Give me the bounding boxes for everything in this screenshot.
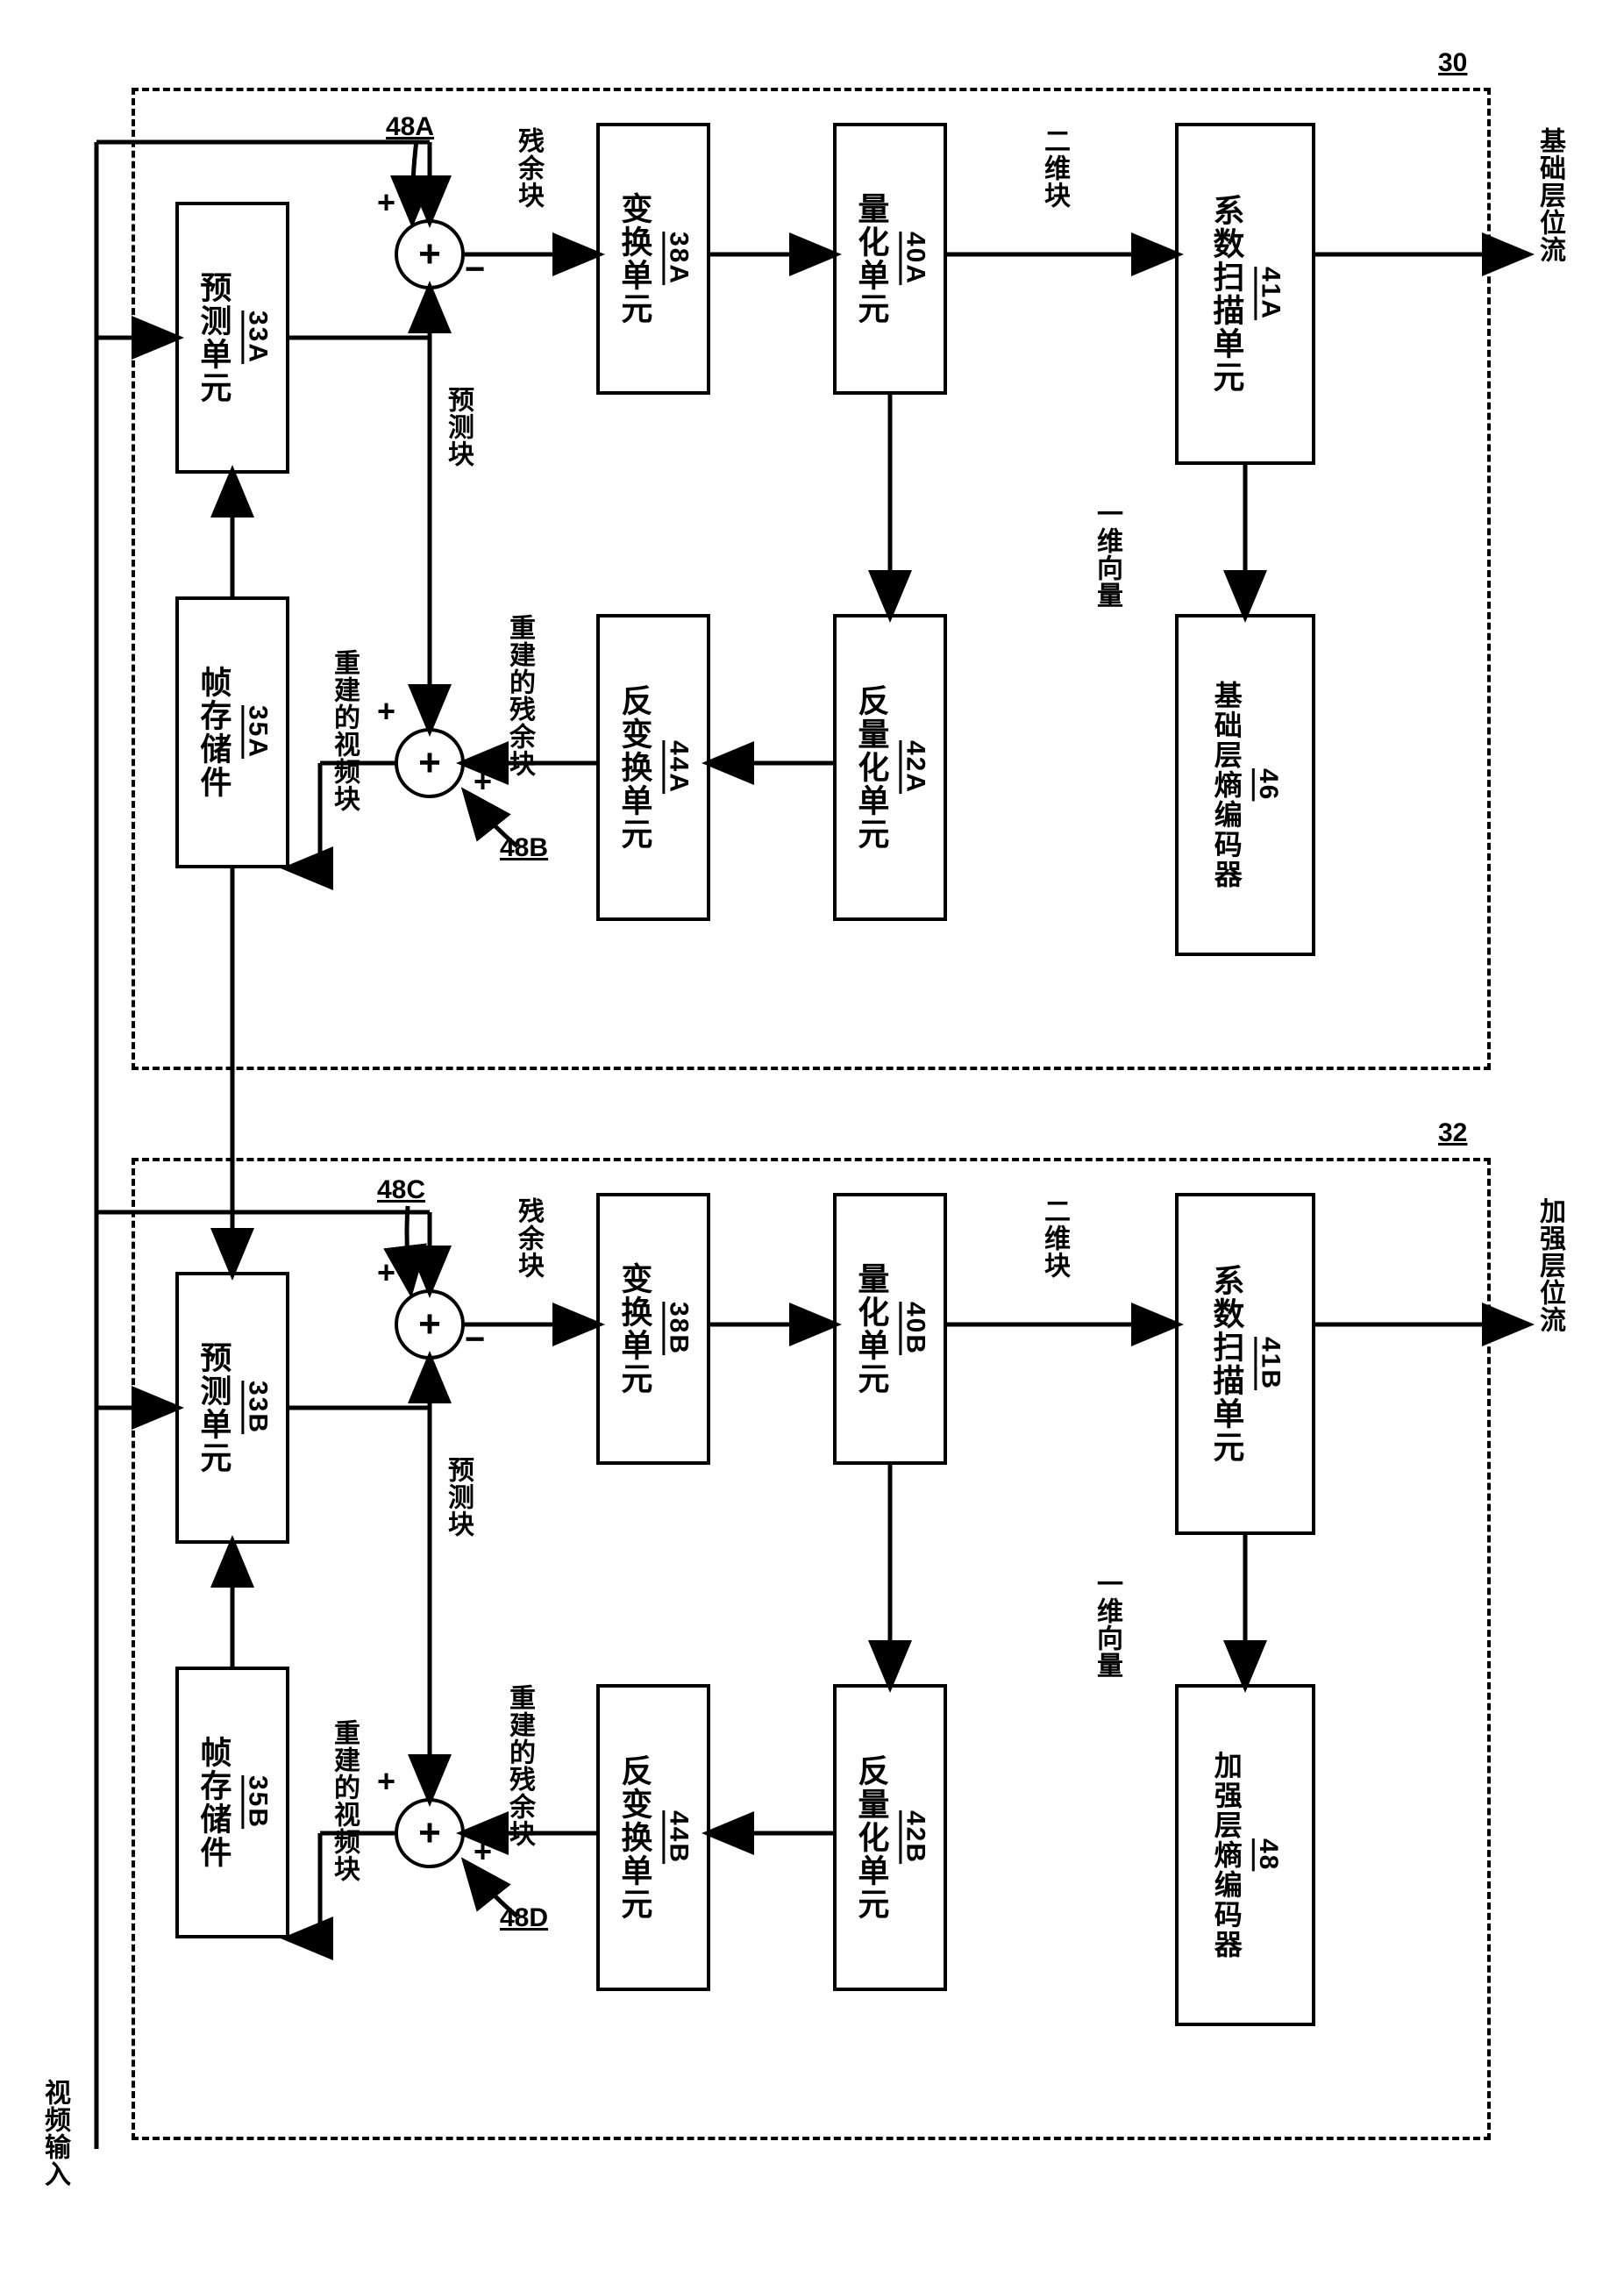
entropy-b-label: 加强层熵编码器 xyxy=(1207,1751,1244,1959)
frame-store-b-label: 帧存储件 xyxy=(193,1736,234,1869)
base-layer-ref: 30 xyxy=(1438,48,1467,78)
transform-a-label: 变换单元 xyxy=(614,192,655,325)
invquant-a-ref: 42A xyxy=(900,740,930,794)
frame-store-b: 帧存储件 35B xyxy=(175,1667,289,1938)
frame-store-b-ref: 35B xyxy=(242,1775,272,1829)
entropy-b: 加强层熵编码器 48 xyxy=(1175,1684,1315,2026)
transform-b-ref: 38B xyxy=(663,1302,693,1355)
invtrans-b-ref: 44B xyxy=(663,1810,693,1864)
recon-residual-label-a: 重建的残余块 xyxy=(500,614,538,777)
entropy-b-ref: 48 xyxy=(1253,1838,1283,1871)
scan-b-ref: 41B xyxy=(1255,1337,1285,1390)
quant-b-label: 量化单元 xyxy=(851,1262,892,1396)
invquant-a-label: 反量化单元 xyxy=(851,684,892,851)
sum-48a-label: 48A xyxy=(386,112,434,142)
scan-a-ref: 41A xyxy=(1255,267,1285,320)
plus-d1: + xyxy=(377,1763,395,1800)
transform-a: 变换单元 38A xyxy=(596,123,710,395)
predict-block-label-b: 预测块 xyxy=(438,1456,477,1538)
two-d-label-a: 二维块 xyxy=(1035,127,1073,209)
predict-unit-b-label: 预测单元 xyxy=(193,1341,234,1474)
quant-b-ref: 40B xyxy=(900,1302,930,1355)
invtrans-b: 反变换单元 44B xyxy=(596,1684,710,1991)
quant-b: 量化单元 40B xyxy=(833,1193,947,1465)
scan-b-label: 系数扫描单元 xyxy=(1206,1264,1247,1464)
entropy-a-label: 基础层熵编码器 xyxy=(1207,681,1244,889)
transform-b-label: 变换单元 xyxy=(614,1262,655,1396)
predict-unit-a-label: 预测单元 xyxy=(193,271,234,404)
predict-block-label-a: 预测块 xyxy=(438,386,477,468)
plus-a: + xyxy=(377,184,395,221)
one-d-label-a: 一维向量 xyxy=(1087,500,1126,609)
minus-c: − xyxy=(465,1320,485,1360)
plus-c: + xyxy=(377,1254,395,1291)
invtrans-a-ref: 44A xyxy=(663,740,693,794)
summer-48a: + xyxy=(395,219,465,289)
quant-a-ref: 40A xyxy=(900,232,930,285)
plus-d2: + xyxy=(474,1833,492,1870)
summer-48b: + xyxy=(395,728,465,798)
recon-residual-label-b: 重建的残余块 xyxy=(500,1684,538,1847)
minus-a: − xyxy=(465,250,485,289)
quant-a-label: 量化单元 xyxy=(851,192,892,325)
invquant-b: 反量化单元 42B xyxy=(833,1684,947,1991)
predict-unit-a-ref: 33A xyxy=(242,311,272,364)
transform-b: 变换单元 38B xyxy=(596,1193,710,1465)
invquant-b-ref: 42B xyxy=(900,1810,930,1864)
enh-out-label: 加强层位流 xyxy=(1530,1197,1569,1333)
scan-b: 系数扫描单元 41B xyxy=(1175,1193,1315,1535)
predict-unit-b: 预测单元 33B xyxy=(175,1272,289,1544)
invtrans-a: 反变换单元 44A xyxy=(596,614,710,921)
scan-a-label: 系数扫描单元 xyxy=(1206,194,1247,394)
predict-unit-a: 预测单元 33A xyxy=(175,202,289,474)
plus-b1: + xyxy=(377,693,395,730)
sum-48b-label: 48B xyxy=(500,833,548,863)
residual-label-a: 残余块 xyxy=(509,127,547,209)
residual-label-b: 残余块 xyxy=(509,1197,547,1279)
quant-a: 量化单元 40A xyxy=(833,123,947,395)
enh-layer-ref: 32 xyxy=(1438,1118,1467,1148)
plus-b2: + xyxy=(474,763,492,800)
predict-unit-b-ref: 33B xyxy=(242,1381,272,1434)
summer-48d: + xyxy=(395,1798,465,1868)
one-d-label-b: 一维向量 xyxy=(1087,1570,1126,1679)
entropy-a-ref: 46 xyxy=(1253,768,1283,801)
frame-store-a-label: 帧存储件 xyxy=(193,666,234,799)
recon-video-label-a: 重建的视频块 xyxy=(324,649,363,812)
frame-store-a-ref: 35A xyxy=(242,705,272,759)
video-input-label: 视频输入 xyxy=(35,2079,74,2188)
entropy-a: 基础层熵编码器 46 xyxy=(1175,614,1315,956)
frame-store-a: 帧存储件 35A xyxy=(175,596,289,868)
sum-48c-label: 48C xyxy=(377,1175,425,1205)
recon-video-label-b: 重建的视频块 xyxy=(324,1719,363,1882)
invquant-b-label: 反量化单元 xyxy=(851,1754,892,1921)
base-out-label: 基础层位流 xyxy=(1530,127,1569,263)
sum-48d-label: 48D xyxy=(500,1903,548,1933)
two-d-label-b: 二维块 xyxy=(1035,1197,1073,1279)
invquant-a: 反量化单元 42A xyxy=(833,614,947,921)
transform-a-ref: 38A xyxy=(663,232,693,285)
invtrans-b-label: 反变换单元 xyxy=(614,1754,655,1921)
invtrans-a-label: 反变换单元 xyxy=(614,684,655,851)
scan-a: 系数扫描单元 41A xyxy=(1175,123,1315,465)
summer-48c: + xyxy=(395,1289,465,1360)
